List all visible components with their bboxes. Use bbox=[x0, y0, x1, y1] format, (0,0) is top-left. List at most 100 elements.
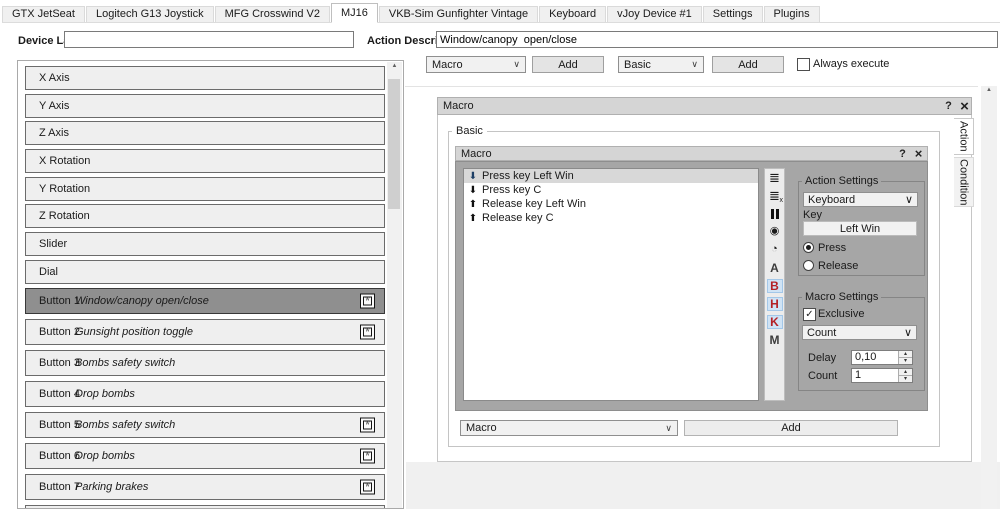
macro-action-row[interactable]: ⬇ Press key C bbox=[464, 183, 758, 197]
device-tab-vjoy-device-1[interactable]: vJoy Device #1 bbox=[607, 6, 702, 22]
macro-action-row[interactable]: ⬆ Release key C bbox=[464, 211, 758, 225]
spin-down-icon[interactable]: ▾ bbox=[899, 376, 912, 382]
add-container-button[interactable]: Add bbox=[532, 56, 604, 73]
delay-timer-icon: ◔ bbox=[771, 243, 778, 255]
remove-macro-action-icon: ≣ bbox=[769, 188, 780, 203]
action-description-input[interactable] bbox=[436, 31, 998, 48]
button-entry-icon[interactable]: B bbox=[765, 277, 784, 294]
axis-row[interactable]: Z Rotation bbox=[25, 204, 385, 229]
scroll-up-icon[interactable]: ▲ bbox=[981, 87, 997, 93]
key-release-arrow-icon: ⬆ bbox=[468, 198, 478, 210]
button-row[interactable]: Button 1 Window/canopy open/close w bbox=[25, 288, 385, 314]
side-tab-action[interactable]: Action bbox=[954, 118, 974, 155]
device-tab-plugins[interactable]: Plugins bbox=[763, 6, 820, 22]
key-capture-button[interactable]: Left Win bbox=[803, 221, 917, 236]
help-icon[interactable]: ? bbox=[895, 147, 910, 160]
close-icon[interactable]: × bbox=[957, 98, 972, 115]
axis-row[interactable]: Z Axis bbox=[25, 121, 385, 146]
delay-spinbox[interactable]: 0,10 ▴ ▾ bbox=[851, 350, 913, 365]
record-icon[interactable]: ◉ bbox=[765, 223, 784, 240]
device-tab-bar: GTX JetSeat Logitech G13 Joystick MFG Cros… bbox=[2, 3, 1000, 23]
footer-add-button[interactable]: Add bbox=[684, 420, 898, 436]
footer-action-select[interactable]: Macro ∨ bbox=[460, 420, 678, 436]
device-tab-logitech-g13-joystick[interactable]: Logitech G13 Joystick bbox=[85, 6, 214, 22]
macro-action-row[interactable]: ⬇ Press key Left Win bbox=[464, 169, 758, 183]
button-row[interactable]: Button 2 Gunsight position toggle w bbox=[25, 319, 385, 345]
spin-down-icon[interactable]: ▾ bbox=[899, 358, 912, 364]
key-entry-icon[interactable]: K bbox=[765, 313, 784, 330]
button-row-label: Button 6 bbox=[39, 450, 80, 462]
exclusive-label: Exclusive bbox=[818, 308, 865, 320]
footer-action-value: Macro bbox=[466, 422, 497, 434]
axis-row[interactable]: X Rotation bbox=[25, 149, 385, 174]
mouse-entry-icon[interactable]: M bbox=[765, 331, 784, 348]
record-icon: ◉ bbox=[769, 225, 780, 237]
device-tab-gtx-jetseat[interactable]: GTX JetSeat bbox=[2, 6, 85, 22]
button-row[interactable]: Button 6 Drop bombs w bbox=[25, 443, 385, 469]
key-label: Key bbox=[803, 209, 822, 221]
pane-scrollbar[interactable]: ▲ bbox=[981, 86, 997, 509]
input-item-list: X Axis Y Axis Z Axis X Rotation Y Rotation Z … bbox=[17, 60, 404, 509]
press-radio[interactable] bbox=[803, 242, 814, 253]
keyboard-action-icon: w bbox=[360, 479, 375, 495]
help-icon[interactable]: ? bbox=[941, 98, 956, 114]
spin-up-icon[interactable]: ▴ bbox=[899, 351, 912, 358]
pause-icon[interactable] bbox=[765, 205, 784, 222]
release-radio[interactable] bbox=[803, 260, 814, 271]
count-spinbox[interactable]: 1 ▴ ▾ bbox=[851, 368, 913, 383]
add-macro-action-icon[interactable]: ≣ bbox=[765, 169, 784, 186]
device-tab-vkb-sim-gunfighter-vintage[interactable]: VKB-Sim Gunfighter Vintage bbox=[378, 6, 539, 22]
axis-row-label: Z Rotation bbox=[39, 210, 90, 223]
axis-entry-icon[interactable]: A bbox=[765, 259, 784, 276]
button-rows: Button 1 Window/canopy open/close w Button … bbox=[25, 288, 385, 508]
axis-row[interactable]: Y Axis bbox=[25, 93, 385, 118]
device-tab-keyboard[interactable]: Keyboard bbox=[539, 6, 607, 22]
axis-row[interactable]: Dial bbox=[25, 259, 385, 284]
exclusive-checkbox[interactable]: ✓ bbox=[803, 308, 816, 321]
always-execute-label: Always execute bbox=[813, 58, 890, 70]
button-row-label: Button 1 bbox=[39, 295, 80, 307]
chevron-down-icon: ∨ bbox=[903, 327, 912, 339]
add-action-button[interactable]: Add bbox=[712, 56, 784, 73]
device-tab-settings[interactable]: Settings bbox=[702, 6, 763, 22]
device-label-input[interactable] bbox=[64, 31, 354, 48]
press-label: Press bbox=[818, 242, 847, 254]
scrollbar-thumb[interactable] bbox=[388, 79, 400, 209]
always-execute-checkbox[interactable] bbox=[797, 58, 810, 71]
button-row[interactable]: Button 7 Parking brakes w bbox=[25, 474, 385, 500]
device-tab-mj16[interactable]: MJ16 bbox=[330, 3, 378, 23]
hat-entry-icon[interactable]: H bbox=[765, 295, 784, 312]
button-row[interactable]: Button 3 Bombs safety switch bbox=[25, 350, 385, 376]
button-row[interactable]: Button 8 bbox=[25, 505, 385, 508]
axis-row-label: X Rotation bbox=[39, 155, 91, 168]
remove-macro-action-icon[interactable]: ≣ x bbox=[765, 187, 784, 204]
spin-buttons[interactable]: ▴ ▾ bbox=[898, 369, 912, 382]
button-row[interactable]: Button 4 Drop bombs bbox=[25, 381, 385, 407]
input-list-scrollbar[interactable]: ▲ bbox=[387, 62, 402, 508]
container-type-select[interactable]: Macro ∨ bbox=[426, 56, 526, 73]
repeat-mode-select[interactable]: Count ∨ bbox=[802, 325, 917, 340]
button-row-description: Parking brakes bbox=[75, 481, 149, 493]
close-icon[interactable]: × bbox=[911, 146, 926, 161]
axis-row[interactable]: Slider bbox=[25, 232, 385, 257]
delay-timer-icon[interactable]: ◔ bbox=[765, 241, 784, 258]
axis-row-label: Y Axis bbox=[39, 99, 70, 112]
macro-action-row[interactable]: ⬆ Release key Left Win bbox=[464, 197, 758, 211]
action-type-select[interactable]: Basic ∨ bbox=[618, 56, 704, 73]
device-tab-mfg-crosswind-v2[interactable]: MFG Crosswind V2 bbox=[214, 6, 330, 22]
action-pane-footer-area bbox=[406, 462, 1000, 509]
keycap-glyph: w bbox=[363, 451, 372, 461]
spin-up-icon[interactable]: ▴ bbox=[899, 369, 912, 376]
macro-action-list[interactable]: ⬇ Press key Left Win ⬇ Press key C ⬆ Release … bbox=[463, 168, 759, 401]
chevron-down-icon: ∨ bbox=[513, 59, 520, 69]
button-row[interactable]: Button 5 Bombs safety switch w bbox=[25, 412, 385, 438]
input-type-select[interactable]: Keyboard ∨ bbox=[803, 192, 918, 207]
spin-buttons[interactable]: ▴ ▾ bbox=[898, 351, 912, 364]
axis-row[interactable]: X Axis bbox=[25, 66, 385, 90]
axis-row-label: Y Rotation bbox=[39, 182, 91, 195]
chevron-down-icon: ∨ bbox=[665, 422, 672, 433]
axis-row[interactable]: Y Rotation bbox=[25, 176, 385, 201]
scroll-up-icon[interactable]: ▲ bbox=[387, 63, 402, 69]
side-tab-condition[interactable]: Condition bbox=[954, 157, 974, 207]
keyboard-action-icon: w bbox=[360, 417, 375, 433]
